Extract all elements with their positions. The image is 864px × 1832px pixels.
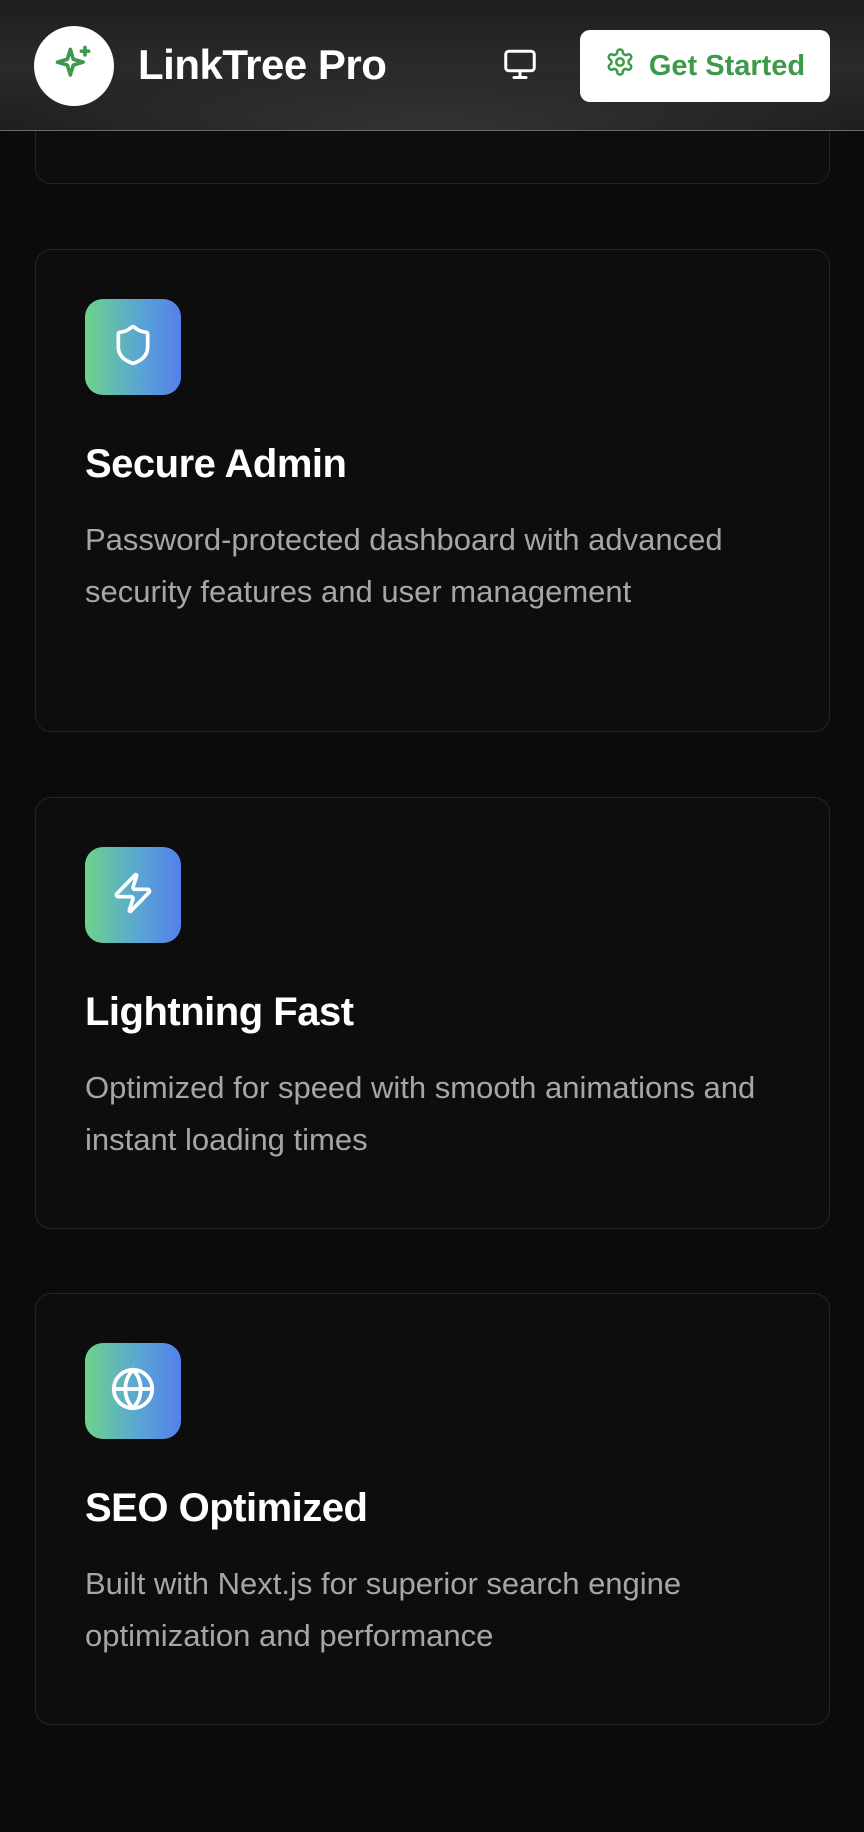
brand-name[interactable]: LinkTree Pro	[138, 40, 387, 90]
feature-description: Optimized for speed with smooth animatio…	[85, 1070, 756, 1157]
monitor-icon	[501, 46, 539, 87]
feature-description: Built with Next.js for superior search e…	[85, 1566, 682, 1653]
feature-card-seo-optimized: SEO Optimized Built with Next.js for sup…	[35, 1293, 830, 1725]
feature-icon-box	[85, 299, 181, 395]
feature-title: SEO Optimized	[85, 1486, 368, 1530]
feature-title: Lightning Fast	[85, 990, 354, 1034]
display-toggle-button[interactable]	[496, 38, 544, 94]
gear-icon	[605, 47, 635, 85]
feature-icon-box	[85, 1343, 181, 1439]
feature-title: Secure Admin	[85, 442, 347, 486]
get-started-button[interactable]: Get Started	[580, 30, 830, 102]
shield-icon	[111, 323, 155, 372]
feature-card-secure-admin: Secure Admin Password-protected dashboar…	[35, 249, 830, 732]
lightning-icon	[111, 871, 155, 920]
feature-icon-box	[85, 847, 181, 943]
get-started-label: Get Started	[648, 49, 806, 82]
logo-badge[interactable]	[34, 26, 114, 106]
globe-icon	[110, 1366, 156, 1417]
feature-card-lightning-fast: Lightning Fast Optimized for speed with …	[35, 797, 830, 1229]
sparkles-icon	[52, 42, 96, 91]
page: LinkTree Pro Get Started Secure Admin Pa…	[0, 0, 864, 1832]
feature-description: Password-protected dashboard with advanc…	[85, 522, 723, 609]
top-header: LinkTree Pro Get Started	[0, 0, 864, 131]
